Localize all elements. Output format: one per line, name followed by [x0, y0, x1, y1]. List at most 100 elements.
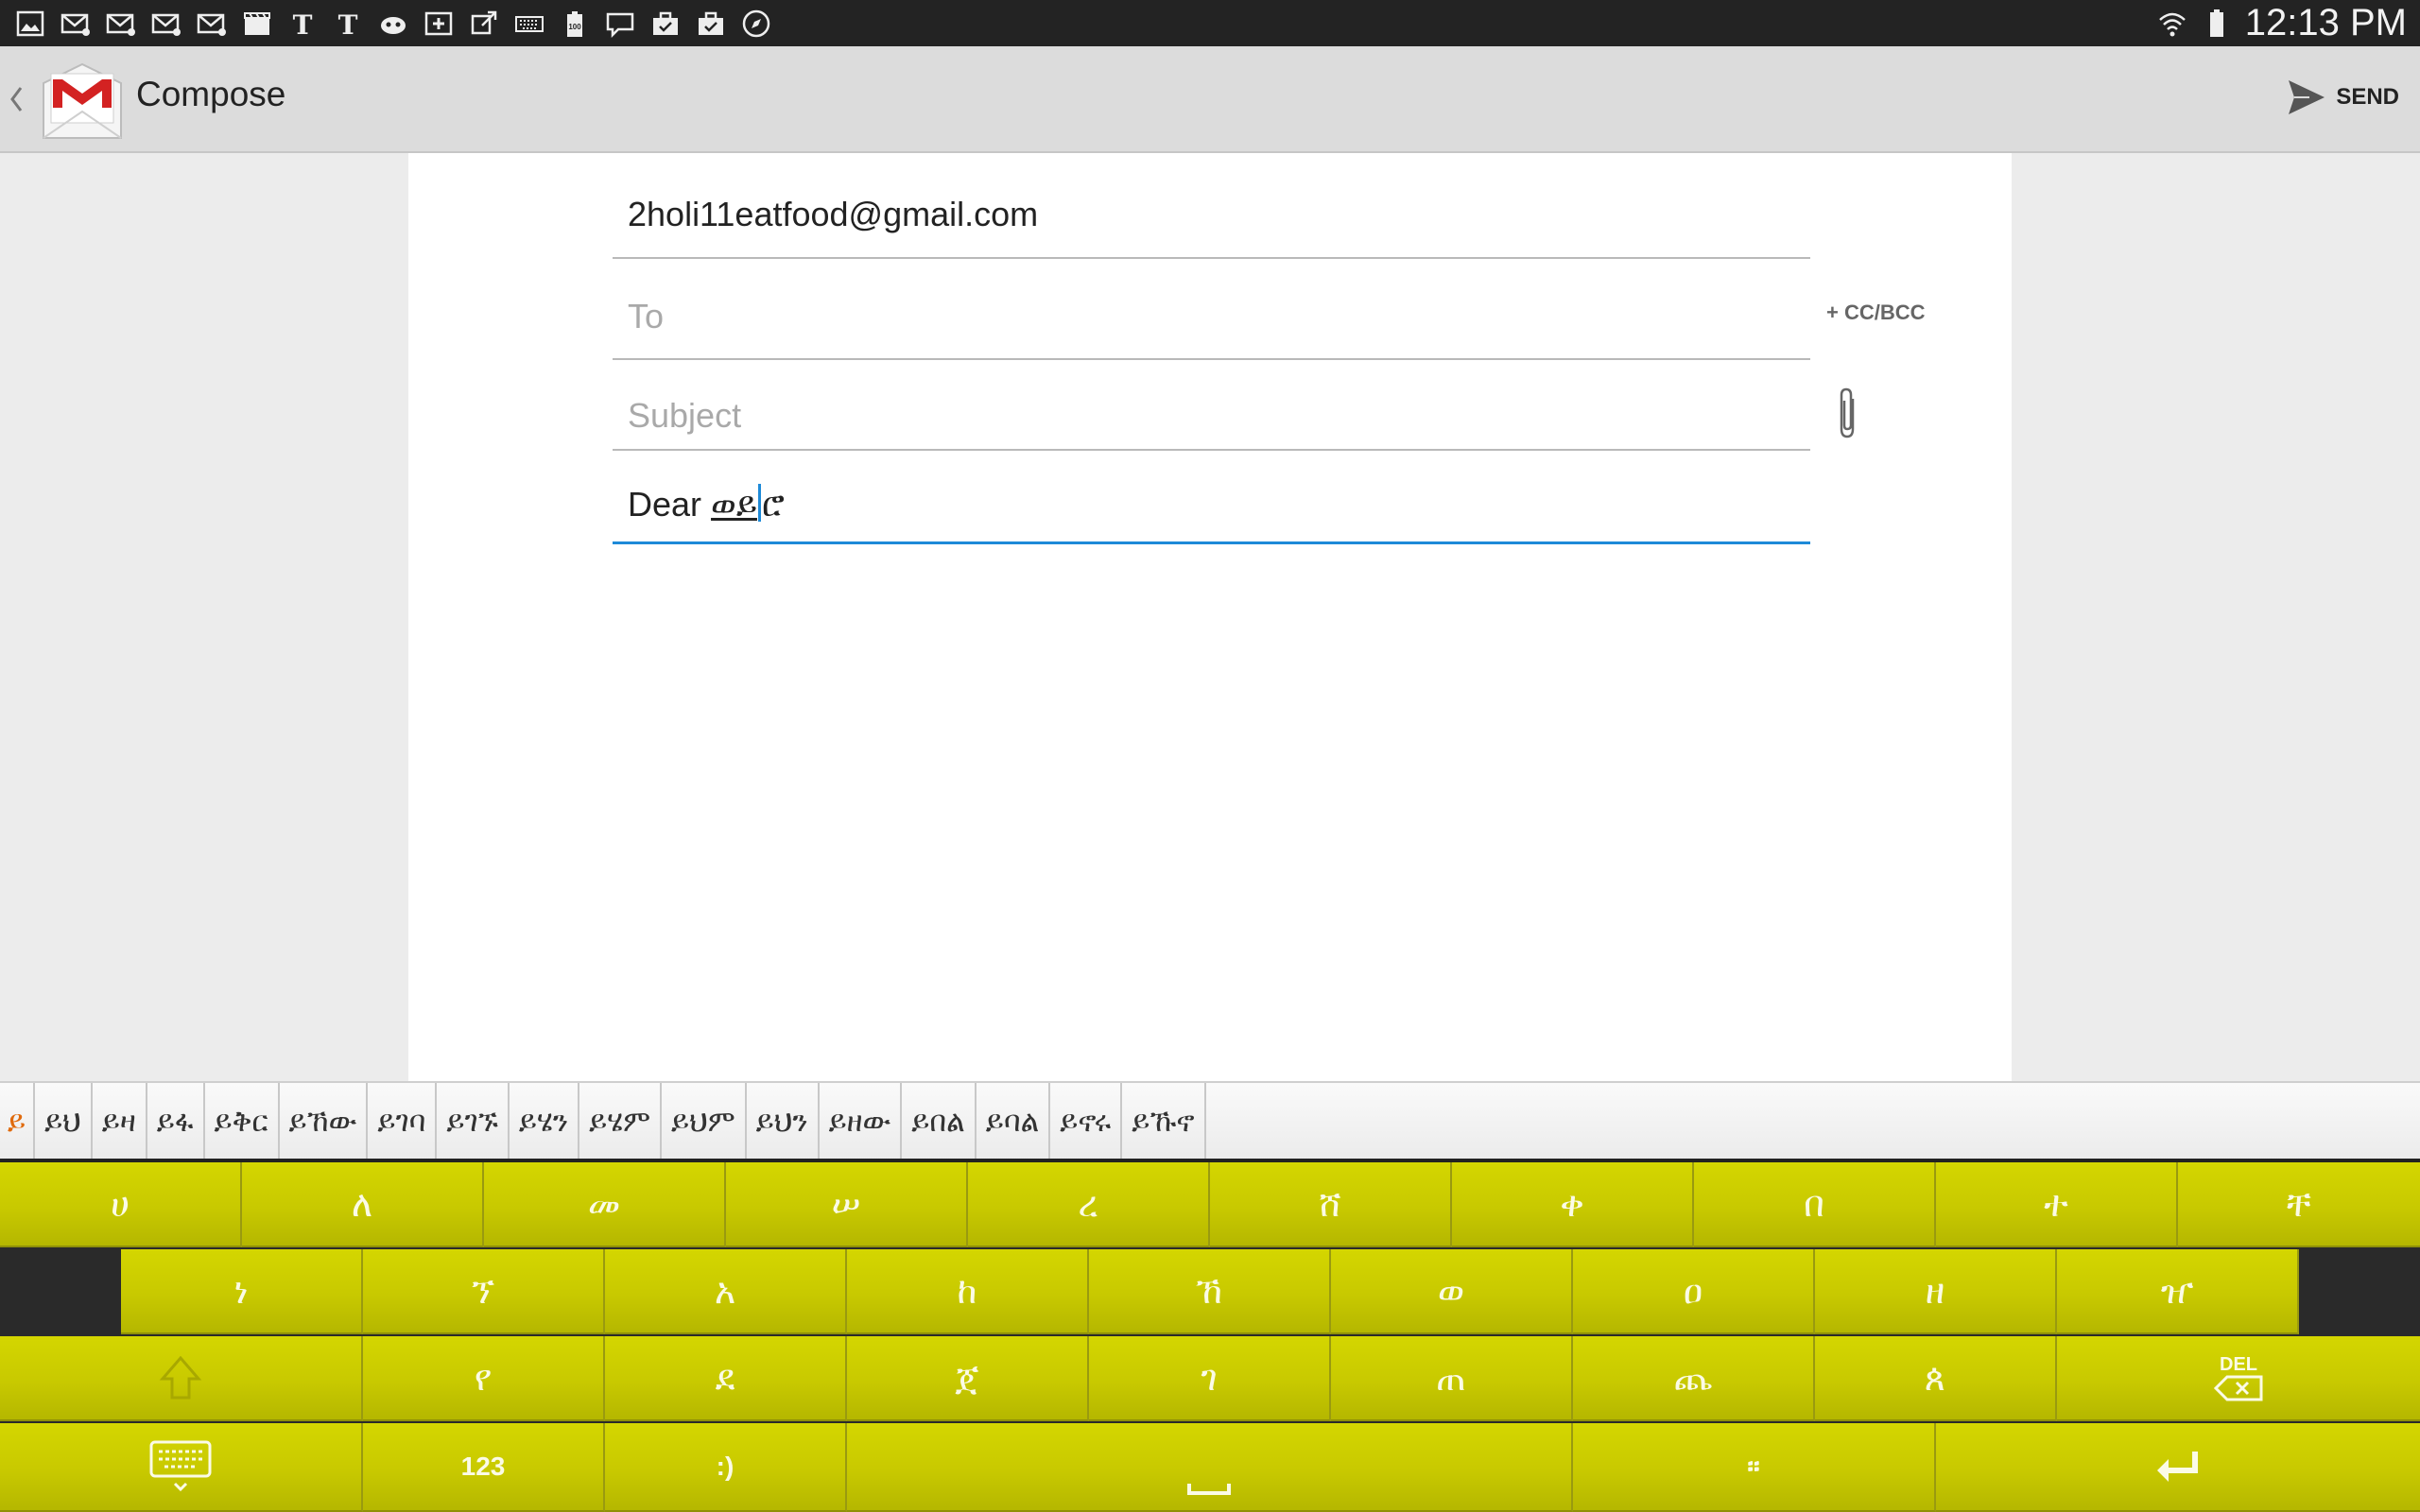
emoji-key[interactable]: :) — [605, 1423, 847, 1512]
cc-bcc-button[interactable]: + CC/BCC — [1826, 301, 1926, 325]
shift-key[interactable] — [0, 1336, 363, 1421]
suggestion-item[interactable]: ይገኙ — [437, 1083, 510, 1160]
key[interactable]: ወ — [1331, 1249, 1573, 1334]
numbers-key[interactable]: 123 — [363, 1423, 605, 1512]
keyboard-row-4: 123 :) ፡፡ — [0, 1423, 2420, 1512]
news-icon: T — [285, 7, 319, 40]
briefcase-check-icon — [694, 7, 727, 40]
key[interactable]: ሸ — [1210, 1162, 1452, 1247]
suggestion-strip: ይ ይህ ይዛ ይፋ ይቅር ይኸው ይገባ ይገኙ ይሄን ይሄም ይህም ይ… — [0, 1081, 2420, 1160]
body-text: Dear ወይ ሮ — [628, 484, 785, 525]
paperclip-icon[interactable] — [1834, 386, 1862, 442]
composing-text: ወይ — [711, 485, 757, 524]
message-icon — [603, 7, 636, 40]
enter-key[interactable] — [1936, 1423, 2420, 1512]
mail-icon — [195, 7, 228, 40]
suggestion-item[interactable]: ይህም — [662, 1083, 747, 1160]
suggestion-item[interactable]: ይ — [0, 1083, 36, 1160]
key[interactable]: ደ — [605, 1336, 847, 1421]
gamepad-icon — [376, 7, 409, 40]
mail-icon — [149, 7, 182, 40]
key[interactable]: ገ — [1089, 1336, 1331, 1421]
wifi-icon — [2156, 7, 2189, 40]
keyboard-row-2: ነ ኘ አ ከ ኸ ወ ዐ ዘ ዠ — [0, 1249, 2420, 1336]
key[interactable]: ዠ — [2057, 1249, 2299, 1334]
send-icon — [2289, 80, 2325, 114]
key[interactable]: ጰ — [1815, 1336, 2057, 1421]
svg-text:T: T — [292, 9, 312, 39]
from-account: 2holi11eatfood@gmail.com — [628, 195, 1039, 233]
key[interactable]: ሀ — [0, 1162, 242, 1247]
svg-text:T: T — [337, 9, 357, 39]
composing-text-after: ሮ — [761, 485, 785, 524]
suggestion-item[interactable]: ይሄም — [579, 1083, 663, 1160]
backspace-icon — [2214, 1375, 2263, 1401]
suggestion-item[interactable]: ይኸው — [280, 1083, 369, 1160]
keyboard-switch-key[interactable] — [0, 1423, 363, 1512]
action-bar-title: Compose — [136, 75, 286, 113]
action-bar: Compose SEND — [0, 46, 2420, 153]
key[interactable]: ሠ — [726, 1162, 968, 1247]
news-icon: T — [331, 7, 364, 40]
key[interactable]: አ — [605, 1249, 847, 1334]
body-prefix: Dear — [628, 485, 712, 524]
delete-key[interactable]: DEL — [2057, 1336, 2420, 1421]
suggestion-item[interactable]: ይፋ — [147, 1083, 205, 1160]
keyboard: ሀ ለ መ ሠ ረ ሸ ቀ በ ተ ቸ ነ ኘ አ ከ ኸ ወ ዐ ዘ ዠ የ … — [0, 1162, 2420, 1512]
subject-field[interactable]: Subject — [613, 360, 1810, 451]
battery-100-icon: 100 — [558, 7, 591, 40]
key[interactable]: ቸ — [2178, 1162, 2420, 1247]
battery-icon — [2201, 7, 2234, 40]
shift-icon — [159, 1355, 202, 1400]
keyboard-row-3: የ ደ ጀ ገ ጠ ጨ ጰ DEL — [0, 1336, 2420, 1423]
up-caret-icon[interactable] — [6, 82, 26, 116]
key[interactable]: ጀ — [847, 1336, 1089, 1421]
plus-box-icon — [422, 7, 455, 40]
suggestion-item[interactable]: ይኹኖ — [1122, 1083, 1206, 1160]
suggestion-item[interactable]: ይቅር — [205, 1083, 280, 1160]
send-button[interactable]: SEND — [2285, 73, 2399, 122]
key[interactable]: ዐ — [1573, 1249, 1815, 1334]
text-cursor — [757, 484, 761, 522]
key[interactable]: ተ — [1936, 1162, 2178, 1247]
space-key[interactable] — [847, 1423, 1573, 1512]
suggestion-item[interactable]: ይዘው — [820, 1083, 903, 1160]
key[interactable]: ረ — [968, 1162, 1210, 1247]
ethiopic-punctuation-key[interactable]: ፡፡ — [1573, 1423, 1936, 1512]
keyboard-hide-icon — [149, 1440, 212, 1492]
briefcase-icon — [648, 7, 682, 40]
suggestion-item[interactable]: ይበል — [902, 1083, 977, 1160]
keyboard-icon — [512, 7, 545, 40]
suggestion-item[interactable]: ይኖሩ — [1050, 1083, 1123, 1160]
to-field[interactable]: To — [613, 259, 1810, 360]
key[interactable]: ጠ — [1331, 1336, 1573, 1421]
movie-icon — [240, 7, 273, 40]
body-field[interactable]: Dear ወይ ሮ — [613, 451, 1810, 544]
key[interactable]: ጨ — [1573, 1336, 1815, 1421]
suggestion-item[interactable]: ይባል — [977, 1083, 1051, 1160]
suggestion-item[interactable]: ይዛ — [93, 1083, 147, 1160]
key[interactable]: በ — [1694, 1162, 1936, 1247]
suggestion-item[interactable]: ይገባ — [368, 1083, 438, 1160]
gallery-icon — [13, 7, 46, 40]
notification-icons: T T 100 — [13, 6, 772, 41]
suggestion-item[interactable]: ይሄን — [510, 1083, 580, 1160]
key[interactable]: ኘ — [363, 1249, 605, 1334]
key[interactable]: ኸ — [1089, 1249, 1331, 1334]
keyboard-row-1: ሀ ለ መ ሠ ረ ሸ ቀ በ ተ ቸ — [0, 1162, 2420, 1249]
mail-icon — [104, 7, 137, 40]
status-right: 12:13 PM — [2156, 0, 2407, 46]
share-icon — [467, 7, 500, 40]
key[interactable]: የ — [363, 1336, 605, 1421]
key[interactable]: ነ — [121, 1249, 363, 1334]
clock: 12:13 PM — [2244, 2, 2407, 43]
key[interactable]: ከ — [847, 1249, 1089, 1334]
key[interactable]: ቀ — [1452, 1162, 1694, 1247]
from-field[interactable]: 2holi11eatfood@gmail.com — [613, 153, 1810, 259]
suggestion-item[interactable]: ይህ — [35, 1083, 93, 1160]
gmail-logo-icon[interactable] — [40, 62, 125, 140]
key[interactable]: ዘ — [1815, 1249, 2057, 1334]
key[interactable]: መ — [484, 1162, 726, 1247]
key[interactable]: ለ — [242, 1162, 484, 1247]
suggestion-item[interactable]: ይህን — [747, 1083, 820, 1160]
